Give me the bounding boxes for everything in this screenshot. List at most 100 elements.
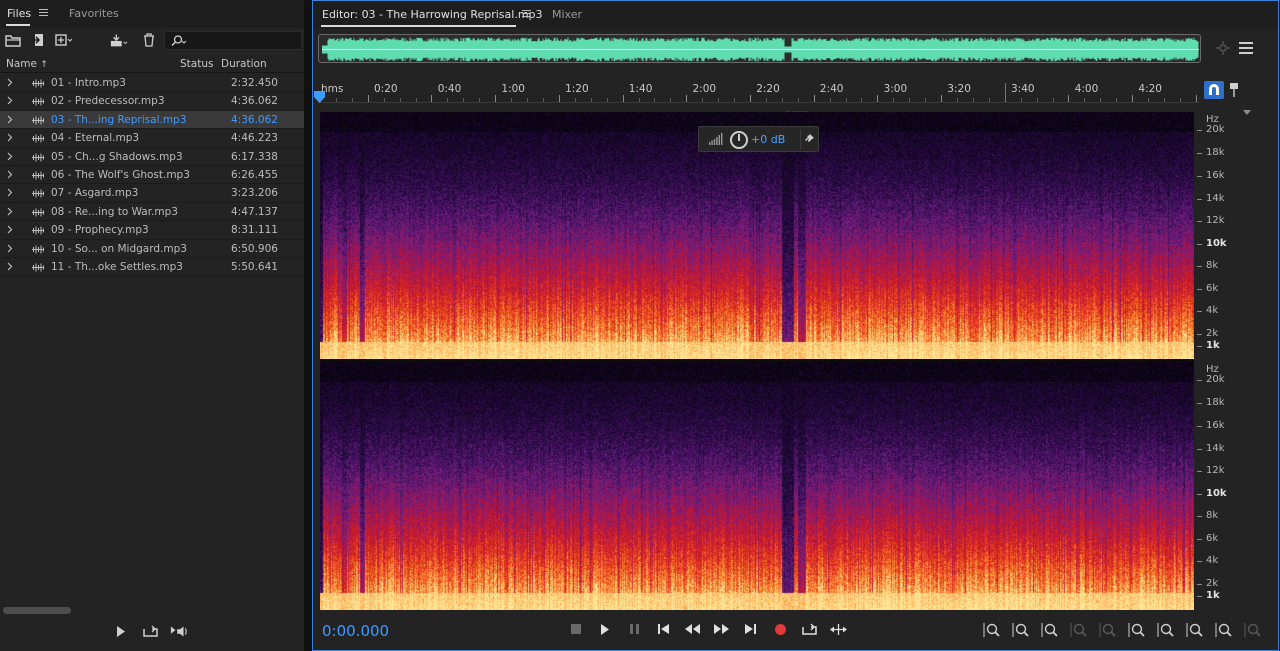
marker-pin-icon[interactable] — [1230, 83, 1238, 100]
ruler-tick — [797, 98, 799, 102]
file-row[interactable]: 10 - So... on Midgard.mp3 6:50.906 — [0, 240, 304, 258]
zoom-out-time-icon[interactable] — [1068, 620, 1090, 640]
column-status[interactable]: Status — [180, 58, 213, 70]
ruler-tick — [1036, 98, 1038, 102]
spectral-frequency-display[interactable] — [320, 112, 1194, 610]
ruler-tick — [1132, 95, 1134, 102]
stop-icon[interactable] — [567, 620, 585, 638]
column-duration[interactable]: Duration — [221, 58, 267, 70]
chevron-right-icon[interactable] — [7, 262, 13, 271]
zoom-in-time-icon[interactable] — [1039, 620, 1061, 640]
chevron-right-icon[interactable] — [7, 115, 13, 124]
time-ruler[interactable]: hms 0:20 0:40 1:00 1:20 1:40 2:00 2:20 2:40 3:00 3… — [318, 81, 1200, 103]
chevron-right-icon[interactable] — [7, 96, 13, 105]
frequency-tick-label: 18k — [1206, 147, 1225, 158]
chevron-right-icon[interactable] — [7, 225, 13, 234]
ruler-tick — [1195, 95, 1197, 102]
audio-file-icon — [32, 263, 44, 272]
record-icon[interactable] — [771, 620, 789, 638]
column-name[interactable]: Name ↑ — [6, 58, 48, 70]
ruler-tick-label: 3:20 — [947, 83, 971, 95]
chevron-right-icon[interactable] — [7, 133, 13, 142]
file-duration: 6:17.338 — [231, 150, 278, 163]
overview-waveform[interactable] — [318, 34, 1201, 63]
auto-play-icon[interactable] — [170, 623, 188, 639]
frequency-tick-label: 14k — [1206, 443, 1225, 454]
import-file-icon[interactable] — [30, 32, 48, 48]
vertical-scroll-grip[interactable] — [786, 105, 808, 115]
file-row[interactable]: 04 - Eternal.mp3 4:46.223 — [0, 129, 304, 148]
skip-selection-icon[interactable] — [829, 620, 847, 638]
zoom-selection-icon[interactable] — [1213, 620, 1235, 640]
zoom-reset-icon[interactable] — [1097, 620, 1119, 640]
new-file-icon[interactable] — [55, 32, 73, 48]
chevron-right-icon[interactable] — [7, 207, 13, 216]
play-icon[interactable] — [112, 623, 130, 639]
tab-files[interactable]: Files — [7, 7, 31, 20]
level-bars-icon — [709, 133, 723, 145]
ruler-tick — [1116, 98, 1118, 102]
ruler-tick — [877, 95, 879, 102]
ruler-tick — [351, 98, 353, 102]
chevron-right-icon[interactable] — [7, 78, 13, 87]
chevron-right-icon[interactable] — [7, 170, 13, 179]
tab-mixer[interactable]: Mixer — [552, 8, 582, 21]
loop-icon[interactable] — [800, 620, 818, 638]
trash-icon[interactable] — [140, 32, 158, 48]
current-time-display[interactable]: 0:00.000 — [322, 622, 389, 640]
panel-menu-icon[interactable] — [39, 9, 48, 17]
file-row[interactable]: 05 - Ch...g Shadows.mp3 6:17.338 — [0, 148, 304, 166]
zoom-in-amplitude-icon[interactable] — [981, 620, 1003, 640]
auto-zoom-icon[interactable] — [1215, 40, 1231, 59]
zoom-full-icon[interactable] — [1184, 620, 1206, 640]
zoom-out-amplitude-icon[interactable] — [1010, 620, 1032, 640]
file-row[interactable]: 11 - Th...oke Settles.mp3 5:50.641 — [0, 258, 304, 277]
zoom-in-right-icon[interactable] — [1155, 620, 1177, 640]
chevron-right-icon[interactable] — [7, 188, 13, 197]
chevron-down-icon[interactable] — [1243, 105, 1251, 118]
spectrogram-right-channel[interactable] — [320, 362, 1194, 610]
frequency-tick — [1197, 334, 1202, 335]
go-to-start-icon[interactable] — [654, 620, 672, 638]
hud-gain-value[interactable]: +0 dB — [751, 133, 785, 146]
chevron-right-icon[interactable] — [7, 152, 13, 161]
file-name: 06 - The Wolf's Ghost.mp3 — [51, 168, 190, 181]
panel-divider[interactable] — [304, 0, 312, 651]
snap-magnet-button[interactable] — [1204, 81, 1224, 99]
ruler-tick — [415, 98, 417, 102]
zoom-in-left-icon[interactable] — [1126, 620, 1148, 640]
files-search-input[interactable] — [189, 34, 297, 47]
file-name: 01 - Intro.mp3 — [51, 77, 126, 89]
tab-favorites[interactable]: Favorites — [69, 7, 119, 20]
display-options-icon[interactable] — [1239, 42, 1253, 57]
ruler-tick-label: 4:20 — [1138, 83, 1162, 95]
insert-into-multitrack-icon[interactable] — [110, 32, 128, 48]
file-row[interactable]: 01 - Intro.mp3 2:32.450 — [0, 74, 304, 93]
files-search[interactable] — [164, 31, 302, 50]
pause-icon[interactable] — [625, 620, 643, 638]
open-folder-icon[interactable] — [4, 32, 22, 48]
file-row[interactable]: 09 - Prophecy.mp3 8:31.111 — [0, 221, 304, 240]
file-row[interactable]: 07 - Asgard.mp3 3:23.206 — [0, 184, 304, 203]
go-to-end-icon[interactable] — [741, 620, 759, 638]
tab-editor[interactable]: Editor: 03 - The Harrowing Reprisal.mp3 — [322, 8, 543, 21]
rewind-icon[interactable] — [683, 620, 701, 638]
chevron-right-icon[interactable] — [7, 244, 13, 253]
file-name: 08 - Re...ing to War.mp3 — [51, 205, 178, 218]
file-row[interactable]: 03 - Th...ing Reprisal.mp3 4:36.062 — [0, 110, 304, 130]
pin-icon[interactable] — [804, 133, 814, 146]
zoom-extra-icon[interactable] — [1242, 620, 1264, 640]
fast-forward-icon[interactable] — [712, 620, 730, 638]
playhead-marker[interactable] — [314, 91, 325, 106]
file-row[interactable]: 06 - The Wolf's Ghost.mp3 6:26.455 — [0, 166, 304, 185]
volume-knob[interactable] — [730, 131, 748, 149]
file-row[interactable]: 02 - Predecessor.mp3 4:36.062 — [0, 92, 304, 111]
amplitude-hud[interactable]: +0 dB — [698, 126, 819, 152]
horizontal-scrollbar[interactable] — [3, 607, 71, 614]
frequency-tick-label: 6k — [1206, 283, 1219, 294]
panel-menu-icon[interactable] — [522, 10, 531, 18]
loop-icon[interactable] — [141, 623, 159, 639]
ruler-tick-label: 2:00 — [692, 83, 717, 95]
file-row[interactable]: 08 - Re...ing to War.mp3 4:47.137 — [0, 203, 304, 222]
play-icon[interactable] — [596, 620, 614, 638]
